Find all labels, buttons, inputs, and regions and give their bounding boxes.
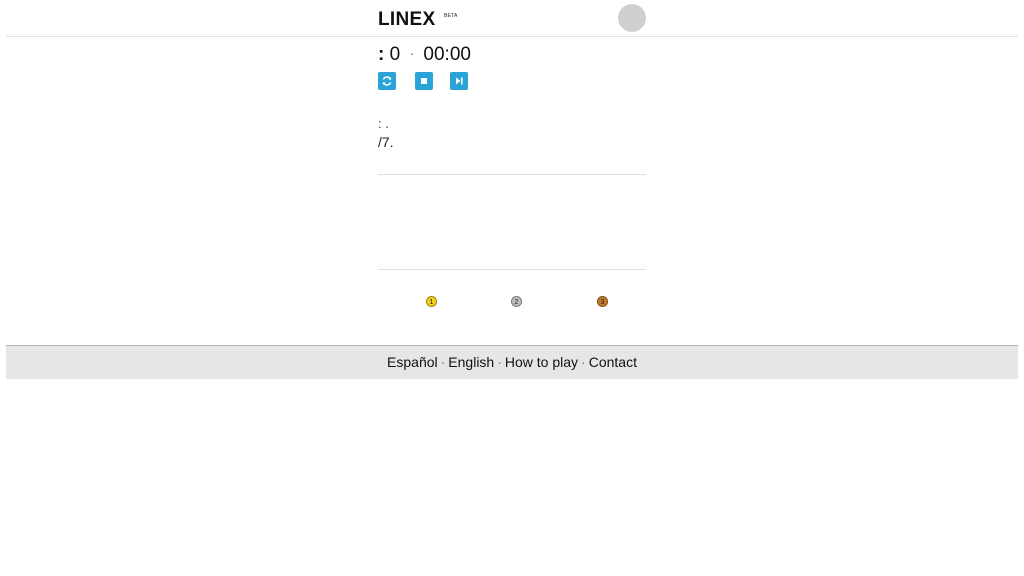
timer: 00:00 — [423, 44, 471, 65]
medal-silver: 2 — [511, 296, 522, 307]
medal-gold: 1 — [426, 296, 437, 307]
footer-separator: · — [581, 354, 586, 370]
header: LINEX BETA — [6, 0, 1018, 37]
medal-bronze: 3 — [597, 296, 608, 307]
stop-icon — [421, 78, 427, 84]
footer-link-espanol[interactable]: Español — [387, 354, 438, 370]
footer-link-how-to-play[interactable]: How to play — [505, 354, 578, 370]
logo[interactable]: LINEX — [378, 9, 435, 31]
footer-link-contact[interactable]: Contact — [589, 354, 637, 370]
restart-button[interactable] — [378, 72, 396, 90]
footer-separator: · — [440, 354, 446, 370]
divider-top — [378, 174, 646, 175]
refresh-icon — [382, 76, 392, 86]
skip-button[interactable] — [450, 72, 468, 90]
stop-button[interactable] — [415, 72, 433, 90]
divider-bottom — [378, 269, 646, 270]
status-separator: · — [409, 45, 415, 61]
footer-link-english[interactable]: English — [448, 354, 494, 370]
info-line-2: /7. — [378, 134, 394, 150]
status-colon: : — [378, 44, 385, 65]
footer: Español · English · How to play · Contact — [6, 345, 1018, 379]
beta-badge: BETA — [444, 13, 458, 19]
avatar[interactable] — [618, 4, 646, 32]
page: LINEX BETA : 0 · 00:00: . /7. 1 2 3 Esp… — [0, 0, 1024, 576]
skip-icon — [456, 77, 463, 85]
status-line: : 0 · 00:00 — [378, 44, 471, 66]
info-line-1: : . — [378, 116, 389, 131]
footer-separator: · — [497, 354, 502, 370]
move-count: 0 — [389, 44, 401, 65]
